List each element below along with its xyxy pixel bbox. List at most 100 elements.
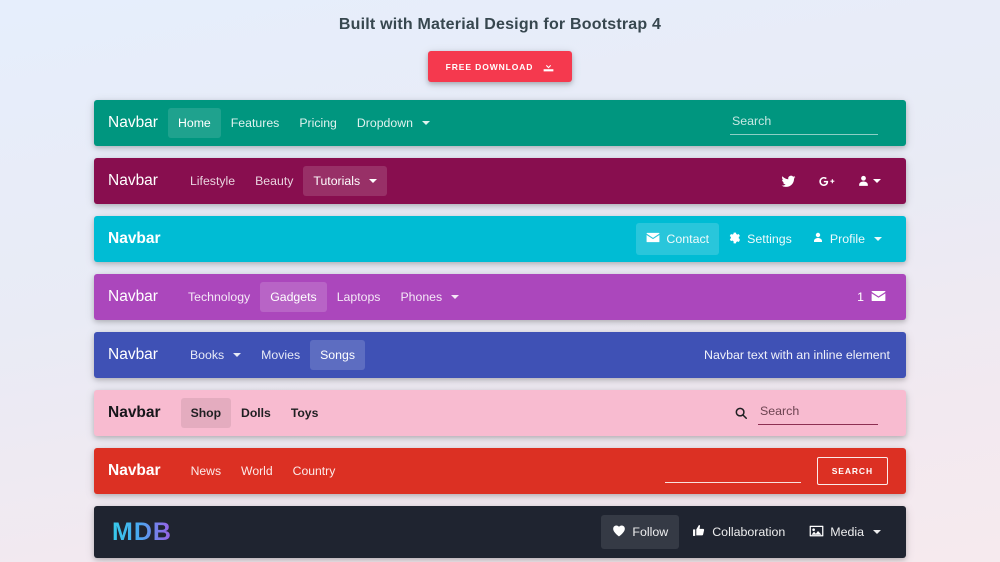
nav-link-media-label: Media (830, 526, 864, 538)
heart-icon (612, 524, 626, 539)
navbar-purple: Navbar Technology Gadgets Laptops Phones… (94, 274, 906, 320)
nav-link-pricing[interactable]: Pricing (289, 108, 347, 138)
nav-link-tutorials-label: Tutorials (313, 175, 360, 187)
navbar-brand[interactable]: Navbar (108, 115, 158, 131)
navbar-dark: MDB Follow Collaboration (94, 506, 906, 558)
twitter-icon[interactable] (770, 166, 807, 197)
chevron-down-icon (873, 530, 881, 534)
nav-link-contact[interactable]: Contact (636, 223, 719, 254)
mail-count: 1 (857, 290, 864, 304)
nav-link-dolls[interactable]: Dolls (231, 398, 281, 428)
nav-link-phones-label: Phones (400, 291, 442, 303)
nav-link-features[interactable]: Features (221, 108, 290, 138)
nav-link-dropdown[interactable]: Dropdown (347, 108, 440, 138)
nav-link-settings[interactable]: Settings (719, 223, 802, 255)
chevron-down-icon (233, 353, 241, 357)
search-field (758, 402, 878, 425)
navbar-stack: Navbar Home Features Pricing Dropdown Na… (94, 100, 906, 558)
chevron-down-icon (369, 179, 377, 183)
nav-link-movies[interactable]: Movies (251, 340, 310, 370)
nav-link-dropdown-label: Dropdown (357, 117, 413, 129)
nav-link-home[interactable]: Home (168, 108, 221, 138)
free-download-label: FREE DOWNLOAD (446, 62, 534, 72)
page-title: Built with Material Design for Bootstrap… (0, 12, 1000, 38)
nav-link-media[interactable]: Media (798, 516, 892, 548)
chevron-down-icon (873, 179, 881, 183)
navbar-pink: Navbar Shop Dolls Toys (94, 390, 906, 436)
navbar-cyan: Navbar Contact Settings (94, 216, 906, 262)
mail-badge[interactable]: 1 (851, 282, 892, 313)
user-icon (812, 231, 824, 246)
navbar-brand[interactable]: Navbar (108, 173, 158, 189)
navbar-right: SEARCH (665, 457, 888, 485)
navbar-right (770, 166, 892, 197)
nav-link-tutorials[interactable]: Tutorials (303, 166, 387, 196)
search-input[interactable] (665, 459, 801, 483)
nav-link-beauty[interactable]: Beauty (245, 166, 303, 196)
navbar-right (734, 402, 878, 425)
gear-icon (729, 232, 741, 246)
search-icon[interactable] (734, 406, 748, 420)
search-input[interactable] (758, 402, 878, 425)
nav-link-collaboration-label: Collaboration (712, 526, 785, 538)
nav-link-follow-label: Follow (632, 526, 668, 538)
user-icon[interactable] (846, 166, 892, 196)
navbar-links: Technology Gadgets Laptops Phones (178, 282, 469, 312)
nav-link-news[interactable]: News (181, 456, 231, 486)
navbar-brand[interactable]: Navbar (108, 463, 161, 479)
navbar-links: Shop Dolls Toys (181, 398, 329, 428)
free-download-button[interactable]: FREE DOWNLOAD (428, 51, 573, 82)
navbar-right: Follow Collaboration (601, 515, 892, 548)
nav-link-technology[interactable]: Technology (178, 282, 260, 312)
download-icon (542, 60, 555, 73)
nav-link-profile[interactable]: Profile (802, 222, 892, 255)
image-icon (809, 525, 824, 539)
navbar-brand[interactable]: Navbar (108, 405, 161, 421)
envelope-icon (646, 232, 660, 245)
navbar-right: 1 (851, 282, 892, 313)
download-button-wrap: FREE DOWNLOAD (0, 51, 1000, 82)
navbar-teal: Navbar Home Features Pricing Dropdown (94, 100, 906, 146)
navbar-inline-text: Navbar text with an inline element (704, 348, 892, 362)
nav-link-phones[interactable]: Phones (390, 282, 469, 312)
mdb-logo[interactable]: MDB (108, 520, 172, 545)
nav-link-laptops[interactable]: Laptops (327, 282, 391, 312)
navbar-links: Home Features Pricing Dropdown (168, 108, 440, 138)
thumbs-up-icon (692, 524, 706, 539)
navbar-red: Navbar News World Country SEARCH (94, 448, 906, 494)
navbar-brand[interactable]: Navbar (108, 231, 161, 247)
nav-link-books-label: Books (190, 349, 224, 361)
nav-link-gadgets[interactable]: Gadgets (260, 282, 327, 312)
nav-link-collaboration[interactable]: Collaboration (681, 515, 796, 548)
google-plus-icon[interactable] (807, 166, 846, 197)
chevron-down-icon (451, 295, 459, 299)
search-field (730, 112, 878, 135)
navbar-indigo: Navbar Books Movies Songs Navbar text wi… (94, 332, 906, 378)
nav-link-world[interactable]: World (231, 456, 283, 486)
hero-section: Built with Material Design for Bootstrap… (0, 0, 1000, 82)
navbar-brand[interactable]: Navbar (108, 289, 158, 305)
chevron-down-icon (422, 121, 430, 125)
navbar-links: Lifestyle Beauty Tutorials (180, 166, 387, 196)
navbar-brand[interactable]: Navbar (108, 347, 158, 363)
nav-link-songs[interactable]: Songs (310, 340, 365, 370)
navbar-links: News World Country (181, 456, 346, 486)
nav-link-lifestyle[interactable]: Lifestyle (180, 166, 245, 196)
nav-link-contact-label: Contact (666, 233, 709, 245)
navbar-right: Contact Settings Profile (636, 222, 892, 255)
nav-link-profile-label: Profile (830, 233, 865, 245)
nav-link-toys[interactable]: Toys (281, 398, 329, 428)
chevron-down-icon (874, 237, 882, 241)
nav-link-shop[interactable]: Shop (181, 398, 231, 428)
nav-link-books[interactable]: Books (180, 340, 251, 370)
navbar-right (730, 112, 892, 135)
nav-link-follow[interactable]: Follow (601, 515, 679, 548)
navbar-links: Books Movies Songs (180, 340, 365, 370)
search-button[interactable]: SEARCH (817, 457, 888, 485)
search-input[interactable] (730, 112, 878, 135)
nav-link-settings-label: Settings (747, 233, 792, 245)
navbar-right: Navbar text with an inline element (704, 348, 892, 362)
nav-link-country[interactable]: Country (283, 456, 346, 486)
navbar-maroon: Navbar Lifestyle Beauty Tutorials (94, 158, 906, 204)
envelope-icon (871, 290, 886, 305)
